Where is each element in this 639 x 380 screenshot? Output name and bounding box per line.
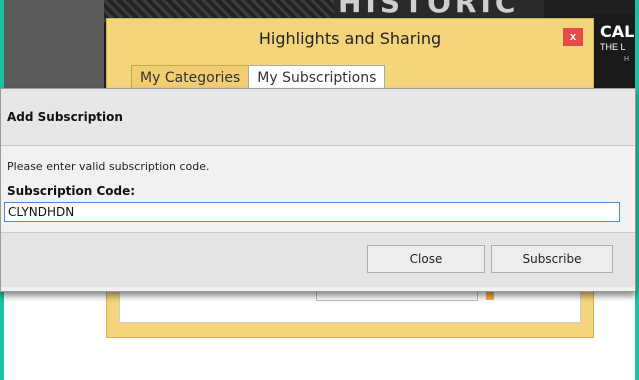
- close-button[interactable]: Close: [367, 245, 485, 273]
- subscribe-button[interactable]: Subscribe: [491, 245, 613, 273]
- background-right-subtitle: THE L: [600, 42, 626, 52]
- dialog-title: Highlights and Sharing: [258, 29, 442, 48]
- modal-title: Add Subscription: [7, 110, 123, 124]
- background-right-small-text: H: [624, 56, 630, 63]
- modal-header: Add Subscription: [1, 89, 635, 146]
- add-subscription-modal: Add Subscription Please enter valid subs…: [0, 88, 636, 292]
- modal-footer: Close Subscribe: [1, 232, 635, 287]
- background-right-title: CAL: [600, 22, 635, 41]
- background-title-text: HISTORIC: [338, 0, 520, 19]
- subscription-code-label: Subscription Code:: [7, 184, 136, 198]
- close-icon[interactable]: x: [563, 28, 583, 46]
- subscription-code-input[interactable]: [4, 202, 620, 222]
- validation-message: Please enter valid subscription code.: [7, 160, 210, 173]
- background-gray-panel: [4, 0, 104, 88]
